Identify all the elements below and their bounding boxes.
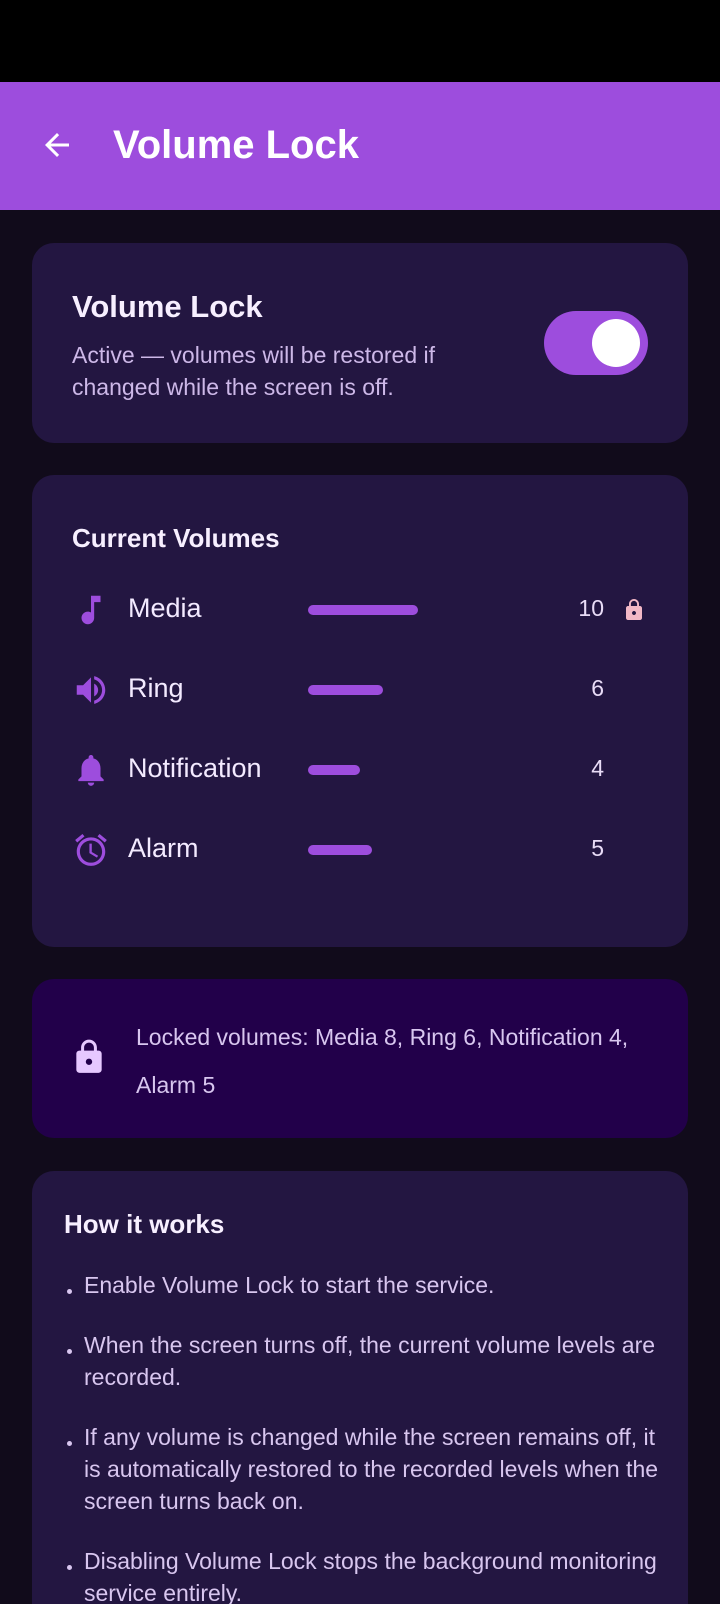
volume-label: Ring [128, 673, 184, 703]
back-arrow-icon [45, 133, 69, 157]
list-item: Enable Volume Lock to start the service. [64, 1269, 664, 1301]
volume-value: 6 [591, 675, 604, 701]
speaker-icon [76, 676, 106, 704]
volume-lock-title: Volume Lock [72, 289, 263, 324]
back-button[interactable] [34, 122, 80, 168]
volume-value: 4 [591, 755, 604, 781]
volume-level-bar [308, 605, 472, 615]
volume-lock-card: Volume Lock Active — volumes will be res… [32, 243, 688, 443]
volume-level-bar [308, 685, 472, 695]
volume-level-bar [308, 845, 472, 855]
volume-label: Notification [128, 753, 262, 783]
current-volumes-title: Current Volumes [72, 523, 280, 553]
bell-icon [78, 754, 104, 786]
alarm-clock-icon [75, 833, 107, 866]
how-it-works-list: Enable Volume Lock to start the service.… [64, 1269, 664, 1604]
volume-label: Media [128, 593, 202, 623]
volume-row-alarm: Alarm 5 [32, 825, 688, 875]
how-it-works-title: How it works [64, 1209, 225, 1239]
music-note-icon [81, 595, 101, 625]
volume-level-fill [308, 605, 418, 615]
list-item: If any volume is changed while the scree… [64, 1421, 664, 1517]
volume-level-bar [308, 765, 472, 775]
volume-row-media: Media 10 [32, 585, 688, 635]
lock-icon [626, 599, 642, 620]
locked-volumes-text: Locked volumes: Media 8, Ring 6, Notific… [136, 1024, 629, 1098]
volume-value: 10 [578, 595, 604, 621]
toggle-thumb [592, 319, 640, 367]
list-item: Disabling Volume Lock stops the backgrou… [64, 1545, 664, 1604]
current-volumes-card: Current Volumes Media 10 Ring 6 Notifica… [32, 475, 688, 947]
how-it-works-card: How it works Enable Volume Lock to start… [32, 1171, 688, 1604]
status-bar [0, 0, 720, 82]
locked-volumes-card: Locked volumes: Media 8, Ring 6, Notific… [32, 979, 688, 1138]
lock-icon [76, 1039, 102, 1073]
app-bar: Volume Lock [0, 82, 720, 210]
volume-level-fill [308, 845, 372, 855]
volume-level-fill [308, 765, 361, 775]
list-item: When the screen turns off, the current v… [64, 1329, 664, 1393]
volume-level-fill [308, 685, 384, 695]
volume-value: 5 [591, 835, 604, 861]
page-title: Volume Lock [113, 123, 359, 167]
volume-row-ring: Ring 6 [32, 665, 688, 715]
volume-label: Alarm [128, 833, 199, 863]
volume-lock-toggle[interactable] [544, 311, 648, 375]
volume-row-notification: Notification 4 [32, 745, 688, 795]
volume-lock-description: Active — volumes will be restored if cha… [72, 342, 436, 400]
